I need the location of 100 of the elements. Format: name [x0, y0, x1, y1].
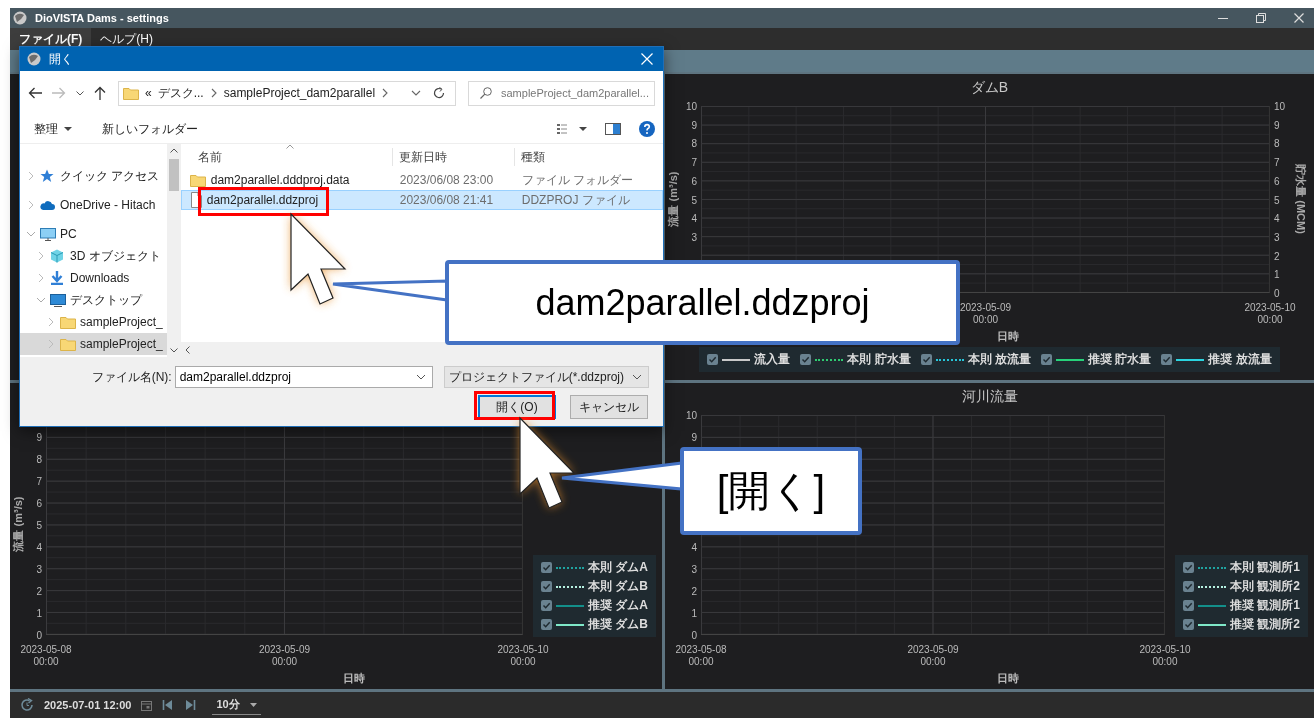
chart-title: 河川流量	[960, 387, 1019, 406]
cloud-icon	[40, 198, 56, 212]
file-row[interactable]: dam2parallel.ddzproj 2023/06/08 21:41 DDZPROJ ファイル	[180, 190, 663, 210]
up-arrow-icon[interactable]	[94, 86, 106, 100]
tick-label: 2	[36, 585, 42, 597]
help-icon[interactable]	[639, 121, 655, 137]
checkbox[interactable]	[1183, 562, 1194, 573]
folder-icon	[189, 173, 206, 187]
checkbox[interactable]	[1183, 581, 1194, 592]
file-type-dropdown[interactable]: プロジェクトファイル(*.ddzproj)	[443, 366, 649, 388]
column-header[interactable]: 名前	[180, 148, 393, 166]
tick-label: 2023-05-09 00:00	[258, 644, 311, 668]
checkbox[interactable]	[1183, 600, 1194, 611]
nav-item[interactable]: デスクトップ	[20, 289, 167, 311]
chevron-down-icon[interactable]	[36, 295, 46, 305]
scroll-left-icon[interactable]	[184, 345, 190, 354]
file-type: ファイル フォルダー	[521, 171, 634, 189]
scrollbar[interactable]	[166, 144, 181, 357]
file-row[interactable]: dam2parallel.dddproj.data 2023/06/08 23:00 ファイル フォルダー	[180, 170, 663, 190]
breadcrumb[interactable]: デスク...	[157, 84, 204, 102]
checkbox[interactable]	[541, 562, 552, 573]
file-name-field[interactable]: dam2parallel.ddzproj	[174, 366, 433, 388]
nav-item[interactable]: Downloads	[20, 267, 167, 289]
tick-label: 7	[1274, 156, 1280, 168]
nav-item[interactable]: sampleProject_	[20, 311, 167, 333]
tick-label: 3	[691, 231, 697, 243]
tick-label: 8	[36, 453, 42, 465]
checkbox[interactable]	[800, 354, 812, 365]
tick-label: 6	[36, 497, 42, 509]
breadcrumb-overflow[interactable]: «	[145, 86, 152, 100]
tick-label: 4	[1274, 212, 1280, 224]
checkbox[interactable]	[541, 581, 552, 592]
close-icon[interactable]	[1294, 13, 1304, 23]
scrollbar-thumb[interactable]	[168, 159, 179, 191]
tick-label: 2023-05-08 00:00	[20, 644, 72, 668]
tick-label: 2	[691, 585, 697, 597]
nav-item[interactable]: PC	[20, 223, 167, 245]
step-dropdown[interactable]: 10分	[212, 695, 261, 715]
nav-item[interactable]: OneDrive - Hitach	[20, 194, 167, 216]
checkbox[interactable]	[707, 354, 719, 365]
checkbox[interactable]	[920, 354, 932, 365]
checkbox[interactable]	[1161, 354, 1173, 365]
caret-icon[interactable]	[415, 374, 426, 380]
legend-label: 本則 貯水量	[847, 351, 911, 368]
tick-label: 1	[691, 607, 697, 619]
file-date: 2023/06/08 23:00	[399, 173, 494, 187]
legend-label: 本則 観測所2	[1230, 578, 1300, 595]
caret-icon[interactable]	[410, 88, 421, 98]
caret-icon[interactable]	[76, 90, 84, 96]
tick-label: 9	[36, 431, 42, 443]
tick-label: 3	[1274, 231, 1280, 243]
breadcrumb[interactable]: sampleProject_dam2parallel	[223, 86, 376, 100]
tick-label: 0	[691, 629, 697, 641]
download-arrow-icon	[50, 271, 66, 285]
checkbox[interactable]	[541, 619, 552, 630]
menu-item[interactable]: ヘルプ(H)	[91, 28, 162, 50]
dialog-title: 開く	[49, 50, 74, 68]
axis-label: 貯水量 (MCM)	[1293, 163, 1308, 234]
tick-label: 8	[691, 137, 697, 149]
step-forward-icon[interactable]	[184, 699, 197, 711]
chevron-right-icon[interactable]	[209, 88, 218, 98]
back-arrow-icon[interactable]	[28, 87, 42, 99]
nav-item[interactable]: クイック アクセス	[20, 165, 167, 187]
chevron-down-icon[interactable]	[26, 229, 36, 239]
axis-label: 日時	[342, 671, 366, 686]
tick-label: 5	[1274, 194, 1280, 205]
tick-label: 0	[1274, 287, 1280, 299]
nav-item[interactable]: sampleProject_	[20, 333, 167, 355]
chevron-right-icon[interactable]	[381, 88, 390, 98]
organize-menu[interactable]: 整理	[28, 117, 78, 141]
restore-icon[interactable]	[1256, 13, 1266, 23]
view-options-icon[interactable]	[557, 124, 587, 134]
axis-label: 流量 (m³/s)	[10, 496, 25, 552]
cube-icon	[50, 249, 66, 263]
refresh-icon[interactable]	[20, 698, 34, 712]
star-icon	[40, 169, 56, 183]
tick-label: 9	[691, 119, 697, 131]
scroll-down-icon[interactable]	[169, 348, 178, 353]
tick-label: 2023-05-10 00:00	[1139, 644, 1191, 668]
caret-icon	[249, 702, 257, 707]
nav-item[interactable]: 3D オブジェクト	[20, 245, 167, 267]
new-folder-button[interactable]: 新しいフォルダー	[96, 117, 204, 141]
checkbox[interactable]	[541, 600, 552, 611]
column-header[interactable]: 更新日時	[392, 148, 515, 166]
sort-caret-icon	[285, 144, 294, 149]
tick-label: 9	[1274, 119, 1280, 131]
checkbox[interactable]	[1183, 619, 1194, 630]
tick-label: 6	[1274, 175, 1280, 187]
column-header[interactable]: 種類	[514, 148, 635, 166]
step-back-icon[interactable]	[162, 699, 175, 711]
scroll-up-icon[interactable]	[169, 148, 178, 153]
legend-label: 流入量	[754, 351, 791, 368]
tick-label: 0	[36, 629, 42, 641]
calendar-icon[interactable]	[141, 699, 153, 711]
search-field[interactable]: sampleProject_dam2parallel...	[468, 80, 655, 106]
tick-label: 10	[685, 409, 697, 421]
cancel-button[interactable]: キャンセル	[570, 395, 648, 419]
checkbox[interactable]	[1041, 354, 1052, 365]
preview-pane-icon[interactable]	[605, 123, 621, 135]
legend-label: 推奨 放流量	[1208, 351, 1272, 368]
